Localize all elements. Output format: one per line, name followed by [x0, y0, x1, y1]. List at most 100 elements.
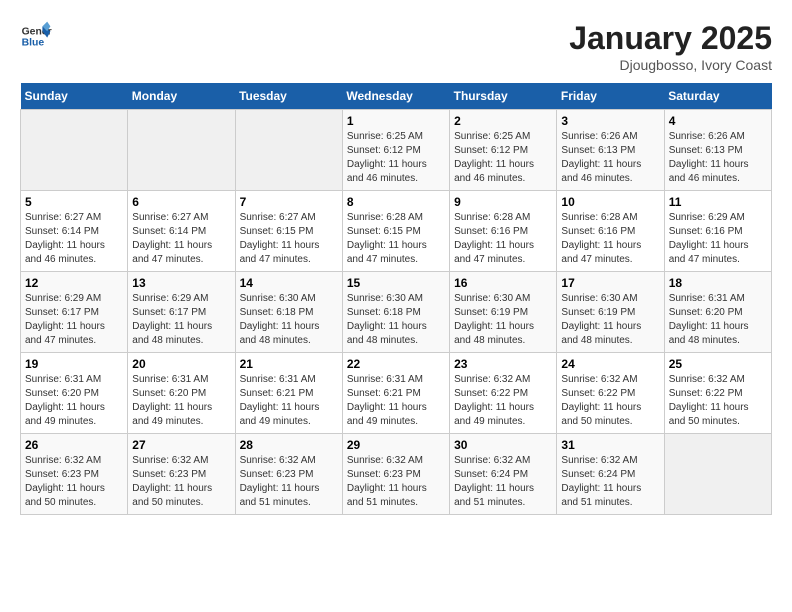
day-number: 15 — [347, 276, 445, 290]
logo: General Blue — [20, 20, 52, 52]
calendar-day-cell: 27Sunrise: 6:32 AM Sunset: 6:23 PM Dayli… — [128, 434, 235, 515]
calendar-day-cell: 14Sunrise: 6:30 AM Sunset: 6:18 PM Dayli… — [235, 272, 342, 353]
calendar-day-cell: 25 Sunrise: 6:32 AM Sunset: 6:22 PM Dayli… — [664, 353, 771, 434]
calendar-day-cell: 6Sunrise: 6:27 AM Sunset: 6:14 PM Daylig… — [128, 191, 235, 272]
calendar-day-cell: 22 Sunrise: 6:31 AM Sunset: 6:21 PM Dayli… — [342, 353, 449, 434]
calendar-week-row: 5 Sunrise: 6:27 AM Sunset: 6:14 PM Daylig… — [21, 191, 772, 272]
day-info: Sunrise: 6:26 AM Sunset: 6:13 PM Dayligh… — [561, 130, 659, 186]
calendar-day-cell: 7 Sunrise: 6:27 AM Sunset: 6:15 PM Daylig… — [235, 191, 342, 272]
calendar-day-cell: 17 Sunrise: 6:30 AM Sunset: 6:19 PM Dayli… — [557, 272, 664, 353]
calendar-week-row: 19Sunrise: 6:31 AM Sunset: 6:20 PM Dayli… — [21, 353, 772, 434]
calendar-day-cell: 29 Sunrise: 6:32 AM Sunset: 6:23 PM Dayli… — [342, 434, 449, 515]
day-info: Sunrise: 6:32 AM Sunset: 6:24 PM Dayligh… — [561, 454, 659, 510]
day-info: Sunrise: 6:32 AM Sunset: 6:24 PM Dayligh… — [454, 454, 552, 510]
calendar-day-cell: 5 Sunrise: 6:27 AM Sunset: 6:14 PM Daylig… — [21, 191, 128, 272]
day-number: 30 — [454, 438, 552, 452]
calendar-week-row: 26 Sunrise: 6:32 AM Sunset: 6:23 PM Dayli… — [21, 434, 772, 515]
day-number: 22 — [347, 357, 445, 371]
day-number: 23 — [454, 357, 552, 371]
day-number: 8 — [347, 195, 445, 209]
day-number: 29 — [347, 438, 445, 452]
day-number: 10 — [561, 195, 659, 209]
day-number: 21 — [240, 357, 338, 371]
day-info: Sunrise: 6:32 AM Sunset: 6:22 PM Dayligh… — [561, 373, 659, 429]
day-number: 11 — [669, 195, 767, 209]
day-info: Sunrise: 6:27 AM Sunset: 6:15 PM Dayligh… — [240, 211, 338, 267]
calendar-day-cell: 8 Sunrise: 6:28 AM Sunset: 6:15 PM Daylig… — [342, 191, 449, 272]
weekday-header: Tuesday — [235, 83, 342, 110]
day-info: Sunrise: 6:30 AM Sunset: 6:19 PM Dayligh… — [454, 292, 552, 348]
logo-icon: General Blue — [20, 20, 52, 52]
day-number: 17 — [561, 276, 659, 290]
calendar-week-row: 1 Sunrise: 6:25 AM Sunset: 6:12 PM Daylig… — [21, 110, 772, 191]
calendar-table: SundayMondayTuesdayWednesdayThursdayFrid… — [20, 83, 772, 515]
day-number: 4 — [669, 114, 767, 128]
weekday-header: Saturday — [664, 83, 771, 110]
day-info: Sunrise: 6:28 AM Sunset: 6:16 PM Dayligh… — [561, 211, 659, 267]
day-number: 18 — [669, 276, 767, 290]
calendar-day-cell: 10 Sunrise: 6:28 AM Sunset: 6:16 PM Dayli… — [557, 191, 664, 272]
day-info: Sunrise: 6:32 AM Sunset: 6:22 PM Dayligh… — [669, 373, 767, 429]
day-info: Sunrise: 6:30 AM Sunset: 6:18 PM Dayligh… — [347, 292, 445, 348]
calendar-day-cell: 20 Sunrise: 6:31 AM Sunset: 6:20 PM Dayli… — [128, 353, 235, 434]
weekday-header: Friday — [557, 83, 664, 110]
day-number: 27 — [132, 438, 230, 452]
day-info: Sunrise: 6:29 AM Sunset: 6:16 PM Dayligh… — [669, 211, 767, 267]
day-info: Sunrise: 6:32 AM Sunset: 6:23 PM Dayligh… — [347, 454, 445, 510]
day-number: 2 — [454, 114, 552, 128]
calendar-day-cell — [664, 434, 771, 515]
day-info: Sunrise: 6:31 AM Sunset: 6:20 PM Dayligh… — [669, 292, 767, 348]
day-number: 5 — [25, 195, 123, 209]
day-number: 31 — [561, 438, 659, 452]
day-info: Sunrise: 6:27 AM Sunset: 6:14 PM Dayligh… — [25, 211, 123, 267]
day-info: Sunrise: 6:31 AM Sunset: 6:20 PM Dayligh… — [132, 373, 230, 429]
calendar-day-cell: 9 Sunrise: 6:28 AM Sunset: 6:16 PM Daylig… — [450, 191, 557, 272]
day-info: Sunrise: 6:28 AM Sunset: 6:15 PM Dayligh… — [347, 211, 445, 267]
day-number: 26 — [25, 438, 123, 452]
svg-text:Blue: Blue — [22, 38, 45, 49]
day-info: Sunrise: 6:28 AM Sunset: 6:16 PM Dayligh… — [454, 211, 552, 267]
calendar-day-cell — [128, 110, 235, 191]
day-number: 25 — [669, 357, 767, 371]
day-info: Sunrise: 6:30 AM Sunset: 6:18 PM Dayligh… — [240, 292, 338, 348]
calendar-day-cell: 11 Sunrise: 6:29 AM Sunset: 6:16 PM Dayli… — [664, 191, 771, 272]
page-header: General Blue January 2025 Djougbosso, Iv… — [20, 20, 772, 73]
day-info: Sunrise: 6:29 AM Sunset: 6:17 PM Dayligh… — [25, 292, 123, 348]
month-title: January 2025 — [569, 20, 772, 57]
day-number: 28 — [240, 438, 338, 452]
day-info: Sunrise: 6:25 AM Sunset: 6:12 PM Dayligh… — [454, 130, 552, 186]
day-info: Sunrise: 6:32 AM Sunset: 6:23 PM Dayligh… — [240, 454, 338, 510]
calendar-day-cell: 3 Sunrise: 6:26 AM Sunset: 6:13 PM Daylig… — [557, 110, 664, 191]
calendar-day-cell: 16 Sunrise: 6:30 AM Sunset: 6:19 PM Dayli… — [450, 272, 557, 353]
calendar-day-cell: 12 Sunrise: 6:29 AM Sunset: 6:17 PM Dayli… — [21, 272, 128, 353]
calendar-header-row: SundayMondayTuesdayWednesdayThursdayFrid… — [21, 83, 772, 110]
day-info: Sunrise: 6:31 AM Sunset: 6:21 PM Dayligh… — [347, 373, 445, 429]
calendar-day-cell: 13Sunrise: 6:29 AM Sunset: 6:17 PM Dayli… — [128, 272, 235, 353]
calendar-day-cell: 19Sunrise: 6:31 AM Sunset: 6:20 PM Dayli… — [21, 353, 128, 434]
day-number: 20 — [132, 357, 230, 371]
day-number: 1 — [347, 114, 445, 128]
location-title: Djougbosso, Ivory Coast — [569, 57, 772, 73]
day-number: 24 — [561, 357, 659, 371]
weekday-header: Sunday — [21, 83, 128, 110]
weekday-header: Monday — [128, 83, 235, 110]
day-number: 12 — [25, 276, 123, 290]
day-info: Sunrise: 6:30 AM Sunset: 6:19 PM Dayligh… — [561, 292, 659, 348]
calendar-day-cell: 21 Sunrise: 6:31 AM Sunset: 6:21 PM Dayli… — [235, 353, 342, 434]
calendar-day-cell: 2 Sunrise: 6:25 AM Sunset: 6:12 PM Daylig… — [450, 110, 557, 191]
day-info: Sunrise: 6:31 AM Sunset: 6:21 PM Dayligh… — [240, 373, 338, 429]
weekday-header: Wednesday — [342, 83, 449, 110]
calendar-day-cell: 30 Sunrise: 6:32 AM Sunset: 6:24 PM Dayli… — [450, 434, 557, 515]
day-number: 3 — [561, 114, 659, 128]
day-info: Sunrise: 6:31 AM Sunset: 6:20 PM Dayligh… — [25, 373, 123, 429]
day-info: Sunrise: 6:26 AM Sunset: 6:13 PM Dayligh… — [669, 130, 767, 186]
calendar-day-cell: 26Sunrise: 6:32 AM Sunset: 6:23 PM Dayli… — [21, 434, 128, 515]
day-number: 7 — [240, 195, 338, 209]
day-number: 9 — [454, 195, 552, 209]
calendar-day-cell: 31 Sunrise: 6:32 AM Sunset: 6:24 PM Dayli… — [557, 434, 664, 515]
calendar-day-cell: 15 Sunrise: 6:30 AM Sunset: 6:18 PM Dayli… — [342, 272, 449, 353]
calendar-day-cell: 18 Sunrise: 6:31 AM Sunset: 6:20 PM Dayli… — [664, 272, 771, 353]
title-block: January 2025 Djougbosso, Ivory Coast — [569, 20, 772, 73]
day-number: 16 — [454, 276, 552, 290]
day-info: Sunrise: 6:25 AM Sunset: 6:12 PM Dayligh… — [347, 130, 445, 186]
